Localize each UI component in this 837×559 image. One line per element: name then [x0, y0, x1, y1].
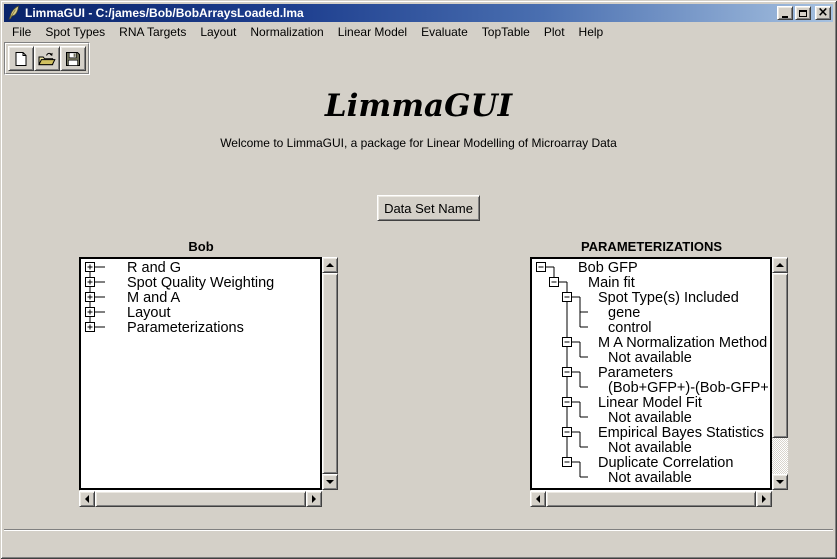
scroll-thumb[interactable] [772, 273, 788, 438]
tree-node-label[interactable]: gene [608, 305, 640, 321]
arrow-left-icon [536, 495, 540, 503]
window-title: LimmaGUI - C:/james/Bob/BobArraysLoaded.… [25, 4, 304, 22]
tree-node-label[interactable]: M and A [127, 290, 181, 306]
tk-feather-icon [6, 5, 22, 21]
menu-item-evaluate[interactable]: Evaluate [414, 24, 475, 40]
tree-node-label[interactable]: Parameters [598, 365, 673, 381]
scroll-thumb[interactable] [546, 491, 756, 507]
menu-item-help[interactable]: Help [572, 24, 611, 40]
tree-collapse-box[interactable] [563, 368, 572, 377]
arrow-up-icon [776, 263, 784, 267]
open-file-button[interactable] [34, 46, 60, 71]
arrow-down-icon [776, 480, 784, 484]
limmagui-window: LimmaGUI - C:/james/Bob/BobArraysLoaded.… [0, 0, 837, 559]
tree-collapse-box[interactable] [563, 458, 572, 467]
tree-expand-box[interactable] [86, 323, 95, 332]
minimize-icon [782, 16, 788, 18]
maximize-icon [799, 10, 807, 17]
page-title: LimmaGUI [0, 88, 837, 124]
scroll-right-button[interactable] [306, 491, 322, 507]
parameterizations-tree[interactable]: Bob GFPMain fitSpot Type(s) Includedgene… [530, 257, 772, 490]
menu-item-layout[interactable]: Layout [193, 24, 243, 40]
tree-node-label[interactable]: Not available [608, 440, 692, 456]
menu-item-rna-targets[interactable]: RNA Targets [112, 24, 193, 40]
tree-collapse-box[interactable] [563, 428, 572, 437]
menu-item-spot-types[interactable]: Spot Types [38, 24, 112, 40]
menu-item-linear-model[interactable]: Linear Model [331, 24, 414, 40]
tree-node-label[interactable]: Duplicate Correlation [598, 455, 733, 471]
tree-node-label[interactable]: Bob GFP [578, 260, 638, 276]
tree-node-label[interactable]: M A Normalization Method [598, 335, 767, 351]
tree-expand-box[interactable] [86, 278, 95, 287]
welcome-text: Welcome to LimmaGUI, a package for Linea… [0, 136, 837, 150]
menu-item-plot[interactable]: Plot [537, 24, 572, 40]
tree-node-label[interactable]: (Bob+GFP+)-(Bob-GFP+) [608, 380, 768, 396]
close-button[interactable]: × [815, 6, 831, 20]
tree-node-label[interactable]: Linear Model Fit [598, 395, 702, 411]
scroll-track[interactable] [772, 273, 788, 474]
arrow-down-icon [326, 480, 334, 484]
menu-bar: FileSpot TypesRNA TargetsLayoutNormaliza… [4, 23, 833, 41]
tree-node-label[interactable]: Not available [608, 350, 692, 366]
scroll-left-button[interactable] [530, 491, 546, 507]
tree-node-label[interactable]: Parameterizations [127, 320, 244, 336]
tree-node-label[interactable]: Layout [127, 305, 171, 321]
tree-node-label[interactable]: Main fit [588, 275, 635, 291]
left-tree-hscrollbar[interactable] [79, 491, 322, 507]
left-tree-header: Bob [79, 239, 323, 254]
save-file-button[interactable] [60, 46, 86, 71]
scroll-track[interactable] [95, 491, 306, 507]
right-tree-hscrollbar[interactable] [530, 491, 772, 507]
tree-collapse-box[interactable] [550, 278, 559, 287]
tree-expand-box[interactable] [86, 308, 95, 317]
toolbar-frame [5, 43, 89, 74]
scroll-track[interactable] [546, 491, 756, 507]
right-tree-vscrollbar[interactable] [772, 257, 788, 490]
arrow-right-icon [312, 495, 316, 503]
tree-node-label[interactable]: Spot Type(s) Included [598, 290, 739, 306]
arrow-left-icon [85, 495, 89, 503]
scroll-up-button[interactable] [322, 257, 338, 273]
menu-item-toptable[interactable]: TopTable [475, 24, 537, 40]
toolbar [4, 42, 90, 75]
arrow-up-icon [326, 263, 334, 267]
open-folder-icon [38, 51, 56, 67]
scroll-right-button[interactable] [756, 491, 772, 507]
scroll-left-button[interactable] [79, 491, 95, 507]
tree-expand-box[interactable] [86, 293, 95, 302]
new-file-button[interactable] [8, 46, 34, 71]
tree-expand-box[interactable] [86, 263, 95, 272]
tree-collapse-box[interactable] [563, 338, 572, 347]
tree-node-label[interactable]: Not available [608, 410, 692, 426]
scroll-up-button[interactable] [772, 257, 788, 273]
scroll-down-button[interactable] [772, 474, 788, 490]
left-tree-vscrollbar[interactable] [322, 257, 338, 490]
menu-item-normalization[interactable]: Normalization [243, 24, 330, 40]
tree-node-label[interactable]: Spot Quality Weighting [127, 275, 274, 291]
right-tree-header: PARAMETERIZATIONS [530, 239, 773, 254]
tree-collapse-box[interactable] [563, 398, 572, 407]
tree-node-label[interactable]: Not available [608, 470, 692, 486]
scroll-track[interactable] [322, 273, 338, 474]
menu-item-file[interactable]: File [5, 24, 38, 40]
bottom-separator [4, 529, 833, 531]
data-set-name-button[interactable]: Data Set Name [377, 195, 480, 221]
title-bar[interactable]: LimmaGUI - C:/james/Bob/BobArraysLoaded.… [4, 4, 833, 22]
maximize-button[interactable] [795, 6, 811, 20]
scroll-thumb[interactable] [322, 273, 338, 474]
arrow-right-icon [762, 495, 766, 503]
new-document-icon [13, 51, 29, 67]
tree-node-label[interactable]: R and G [127, 260, 181, 276]
close-icon: × [818, 8, 829, 18]
tree-node-label[interactable]: Empirical Bayes Statistics [598, 425, 764, 441]
save-floppy-icon [65, 51, 81, 67]
dataset-tree[interactable]: R and GSpot Quality WeightingM and ALayo… [79, 257, 322, 490]
scroll-thumb[interactable] [95, 491, 306, 507]
window-controls: × [777, 6, 833, 20]
scroll-down-button[interactable] [322, 474, 338, 490]
tree-collapse-box[interactable] [563, 293, 572, 302]
tree-node-label[interactable]: control [608, 320, 652, 336]
minimize-button[interactable] [777, 6, 793, 20]
tree-collapse-box[interactable] [537, 263, 546, 272]
